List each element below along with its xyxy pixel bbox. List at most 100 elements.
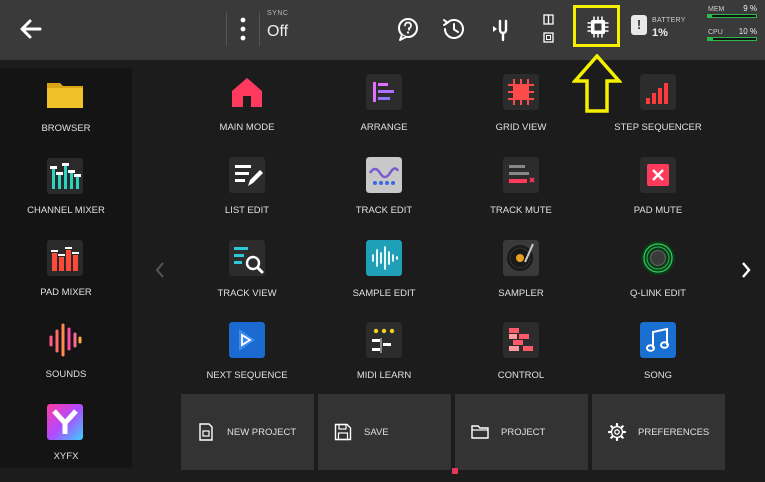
battery-label: BATTERY bbox=[652, 17, 686, 24]
project-label: PROJECT bbox=[501, 427, 546, 438]
pad-mute-icon bbox=[640, 157, 676, 193]
battery-value: 1% bbox=[652, 27, 668, 39]
sidebar-item-label: PAD MIXER bbox=[40, 287, 92, 298]
mode-track-view[interactable]: TRACK VIEW bbox=[179, 238, 315, 320]
list-edit-icon bbox=[229, 157, 265, 193]
mode-arrange[interactable]: ARRANGE bbox=[316, 72, 452, 154]
sidebar-item-pad-mixer[interactable]: PAD MIXER bbox=[0, 236, 132, 318]
cpu-highlight-box bbox=[573, 5, 620, 47]
mem-label: MEM bbox=[708, 6, 725, 13]
sidebar-item-sounds[interactable]: SOUNDS bbox=[0, 318, 132, 400]
sidebar-item-channel-mixer[interactable]: CHANNEL MIXER bbox=[0, 154, 132, 236]
history-icon[interactable] bbox=[439, 14, 469, 44]
new-project-icon bbox=[199, 423, 213, 441]
preferences-label: PREFERENCES bbox=[638, 427, 710, 438]
mem-bar bbox=[707, 14, 757, 18]
arrange-icon bbox=[366, 74, 402, 110]
page-indicator bbox=[452, 468, 458, 474]
mode-label: GRID VIEW bbox=[495, 122, 547, 133]
divider bbox=[226, 12, 227, 46]
mode-label: TRACK VIEW bbox=[217, 288, 277, 299]
battery-warning-icon: ! bbox=[631, 15, 647, 35]
sidebar-item-label: CHANNEL MIXER bbox=[27, 205, 105, 216]
mode-track-mute[interactable]: TRACK MUTE bbox=[453, 155, 589, 237]
mode-label: ARRANGE bbox=[360, 122, 408, 133]
mode-label: Q-LINK EDIT bbox=[630, 288, 686, 299]
pad-mixer-icon bbox=[47, 240, 83, 276]
top-bar: SYNC Off ! BATTERY 1% MEM 9 % CPU 10 % bbox=[0, 0, 765, 60]
mem-value: 9 % bbox=[743, 4, 757, 13]
sidebar: BROWSER CHANNEL MIXER PAD MIXER SOUNDS X… bbox=[0, 68, 132, 468]
mode-label: SONG bbox=[644, 370, 672, 381]
mem-bar-fill bbox=[708, 15, 713, 17]
kebab-menu-icon[interactable] bbox=[236, 14, 250, 44]
sync-label: SYNC bbox=[267, 10, 289, 17]
mode-label: MAIN MODE bbox=[219, 122, 275, 133]
save-button[interactable]: SAVE bbox=[318, 394, 451, 470]
sidebar-item-browser[interactable]: BROWSER bbox=[0, 72, 132, 154]
control-icon bbox=[503, 322, 539, 358]
q-link-icon bbox=[641, 241, 675, 275]
xyfx-icon bbox=[47, 404, 83, 440]
mode-sampler[interactable]: SAMPLER bbox=[453, 238, 589, 320]
mode-list-edit[interactable]: LIST EDIT bbox=[179, 155, 315, 237]
back-arrow-icon[interactable] bbox=[16, 14, 46, 44]
save-label: SAVE bbox=[364, 427, 389, 438]
mode-label: SAMPLER bbox=[498, 288, 544, 299]
mode-q-link-edit[interactable]: Q-LINK EDIT bbox=[590, 238, 726, 320]
mode-step-sequencer[interactable]: STEP SEQUENCER bbox=[590, 72, 726, 154]
cpu-label: CPU bbox=[708, 29, 723, 36]
sounds-icon bbox=[49, 323, 82, 357]
mode-control[interactable]: CONTROL bbox=[453, 320, 589, 402]
sidebar-item-label: BROWSER bbox=[41, 123, 91, 134]
mode-sample-edit[interactable]: SAMPLE EDIT bbox=[316, 238, 452, 320]
sample-edit-icon bbox=[366, 240, 402, 276]
cpu-value: 10 % bbox=[738, 27, 757, 36]
tuning-fork-icon[interactable] bbox=[488, 14, 518, 44]
divider bbox=[259, 12, 260, 46]
mode-label: TRACK MUTE bbox=[490, 205, 552, 216]
sidebar-item-label: SOUNDS bbox=[45, 369, 87, 380]
mode-midi-learn[interactable]: MIDI LEARN bbox=[316, 320, 452, 402]
track-edit-icon bbox=[366, 157, 402, 193]
midi-learn-icon bbox=[366, 322, 402, 358]
folder-outline-icon bbox=[471, 425, 489, 439]
view-toggle-icon[interactable] bbox=[541, 13, 557, 45]
song-icon bbox=[640, 322, 676, 358]
grid-view-icon bbox=[503, 74, 539, 110]
track-mute-icon bbox=[503, 157, 539, 193]
mode-song[interactable]: SONG bbox=[590, 320, 726, 402]
mode-grid-view[interactable]: GRID VIEW bbox=[453, 72, 589, 154]
mode-pad-mute[interactable]: PAD MUTE bbox=[590, 155, 726, 237]
new-project-label: NEW PROJECT bbox=[227, 427, 297, 438]
cpu-bar-fill bbox=[708, 38, 713, 40]
gear-icon bbox=[608, 423, 626, 441]
mode-label: CONTROL bbox=[497, 370, 545, 381]
mode-label: TRACK EDIT bbox=[355, 205, 413, 216]
preferences-button[interactable]: PREFERENCES bbox=[592, 394, 725, 470]
mode-label: STEP SEQUENCER bbox=[614, 122, 702, 133]
cpu-bar bbox=[707, 37, 757, 41]
mode-label: SAMPLE EDIT bbox=[352, 288, 416, 299]
save-icon bbox=[334, 423, 352, 441]
mode-main-mode[interactable]: MAIN MODE bbox=[179, 72, 315, 154]
sampler-icon bbox=[503, 240, 539, 276]
chevron-right-icon[interactable] bbox=[738, 260, 754, 280]
mode-label: LIST EDIT bbox=[224, 205, 270, 216]
next-sequence-icon bbox=[229, 322, 265, 358]
track-view-icon bbox=[229, 240, 265, 276]
chevron-left-icon[interactable] bbox=[152, 260, 168, 280]
help-icon[interactable] bbox=[393, 14, 423, 44]
mode-track-edit[interactable]: TRACK EDIT bbox=[316, 155, 452, 237]
sync-value[interactable]: Off bbox=[267, 23, 288, 41]
mode-label: MIDI LEARN bbox=[356, 370, 412, 381]
step-sequencer-icon bbox=[640, 74, 676, 110]
home-icon bbox=[232, 78, 262, 107]
mode-label: NEXT SEQUENCE bbox=[206, 370, 288, 381]
new-project-button[interactable]: NEW PROJECT bbox=[181, 394, 314, 470]
project-button[interactable]: PROJECT bbox=[455, 394, 588, 470]
mode-next-sequence[interactable]: NEXT SEQUENCE bbox=[179, 320, 315, 402]
folder-icon bbox=[47, 83, 83, 108]
mode-label: PAD MUTE bbox=[633, 205, 683, 216]
sidebar-item-xyfx[interactable]: XYFX bbox=[0, 400, 132, 482]
